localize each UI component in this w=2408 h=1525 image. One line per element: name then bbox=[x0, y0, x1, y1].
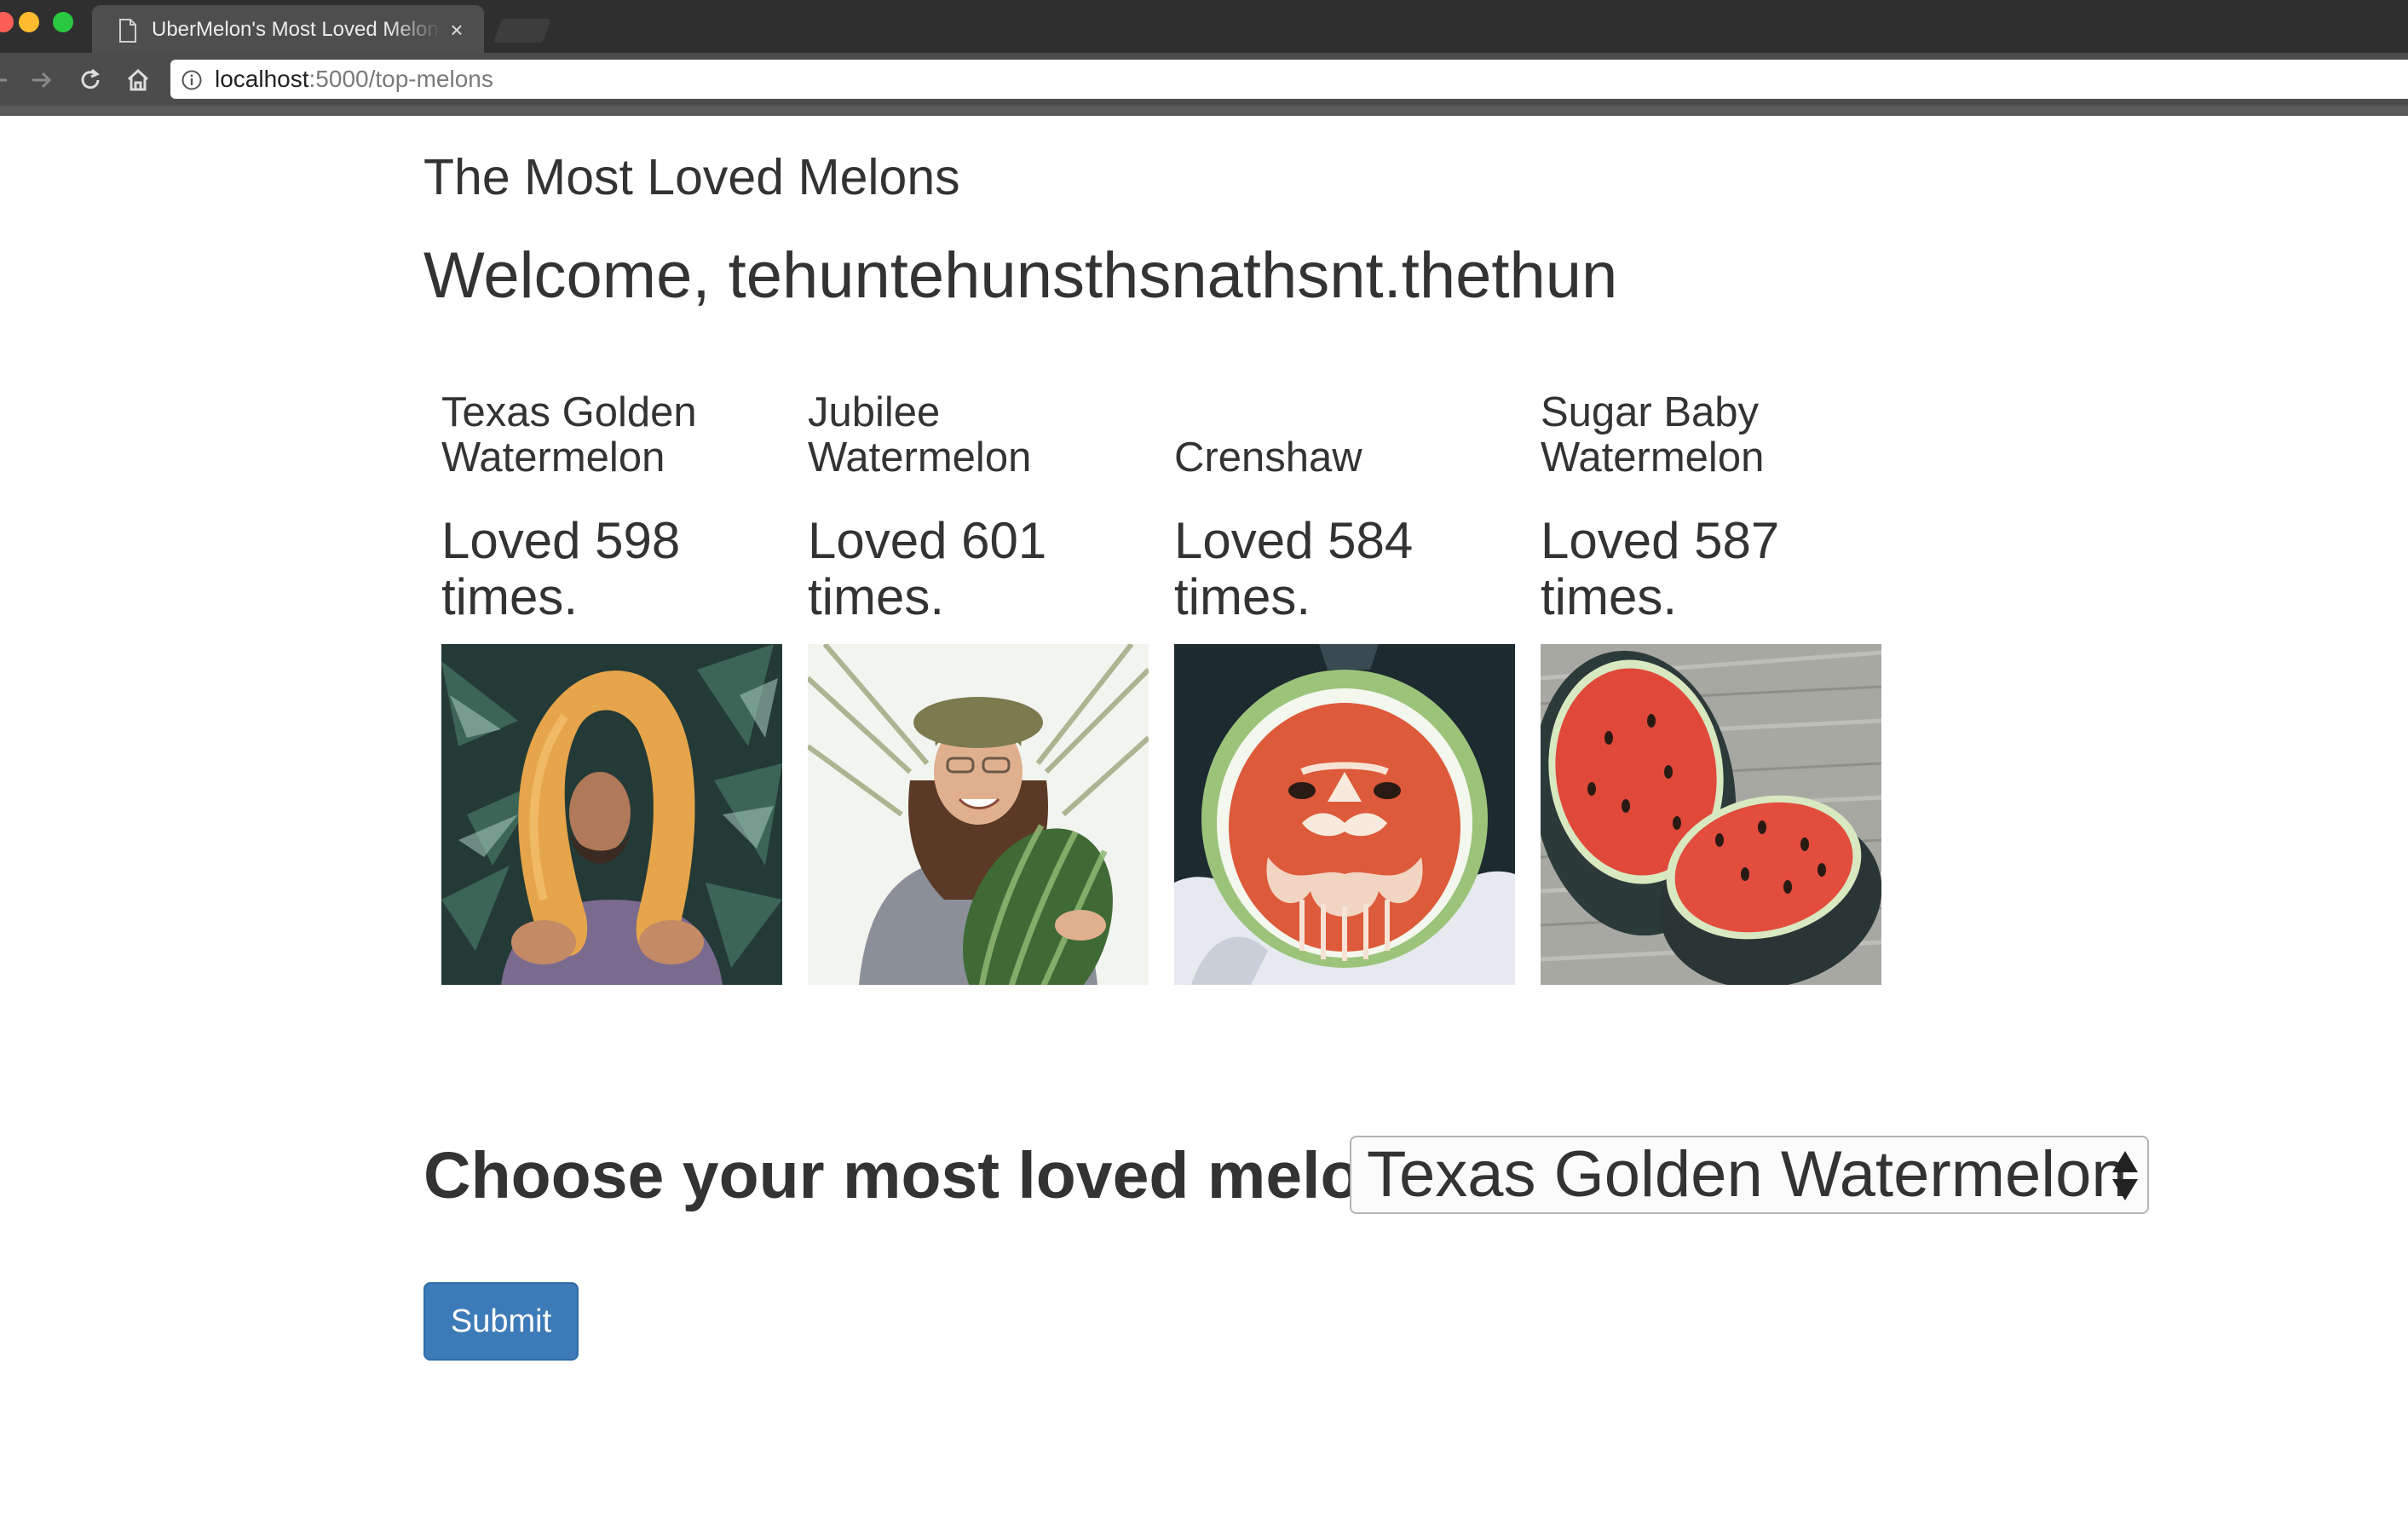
choose-melon-label: Choose your most loved melon bbox=[423, 1139, 1401, 1212]
melon-love-count: Loved 598 times. bbox=[441, 512, 681, 625]
welcome-heading: Welcome, tehuntehunsthsnathsnt.thethun bbox=[423, 239, 1618, 312]
up-down-arrows-icon bbox=[2112, 1151, 2138, 1200]
melon-card: Jubilee Watermelon Loved 601 times. bbox=[808, 388, 1149, 985]
crenshaw-photo bbox=[1174, 644, 1515, 985]
melon-card: Crenshaw Loved 584 times. bbox=[1174, 388, 1515, 985]
melon-love-count: Loved 601 times. bbox=[808, 512, 1047, 625]
melon-love-count: Loved 587 times. bbox=[1541, 512, 1780, 625]
close-window-button[interactable] bbox=[0, 12, 14, 32]
tab-close-icon[interactable]: × bbox=[445, 17, 469, 43]
url-text: localhost:5000/top-melons bbox=[215, 65, 493, 94]
info-icon[interactable] bbox=[181, 69, 203, 91]
minimize-window-button[interactable] bbox=[19, 12, 39, 32]
page-title: The Most Loved Melons bbox=[423, 149, 960, 205]
melon-select-dropdown[interactable]: Texas Golden Watermelon bbox=[1350, 1136, 2149, 1214]
tab-top-melons[interactable]: UberMelon's Most Loved Melons × bbox=[92, 5, 484, 53]
melon-card: Texas Golden Watermelon Loved 598 times. bbox=[441, 388, 782, 985]
back-arrow-icon[interactable] bbox=[0, 65, 14, 95]
zoom-window-button[interactable] bbox=[53, 12, 73, 32]
submit-button[interactable]: Submit bbox=[423, 1282, 579, 1361]
melon-name: Sugar Baby Watermelon bbox=[1541, 389, 1765, 481]
address-bar[interactable]: localhost:5000/top-melons bbox=[170, 60, 2408, 99]
melon-name: Jubilee Watermelon bbox=[808, 389, 1032, 481]
toolbar-divider bbox=[0, 106, 2408, 116]
melon-image bbox=[441, 644, 782, 985]
home-icon[interactable] bbox=[123, 65, 153, 95]
select-selected-value: Texas Golden Watermelon bbox=[1367, 1138, 2128, 1211]
url-host: localhost bbox=[215, 66, 309, 92]
melon-love-count: Loved 584 times. bbox=[1174, 512, 1414, 625]
forward-arrow-icon[interactable] bbox=[26, 65, 56, 95]
melon-name: Texas Golden Watermelon bbox=[441, 389, 697, 481]
melon-card: Sugar Baby Watermelon Loved 587 times. bbox=[1541, 388, 1881, 985]
browser-titlebar: UberMelon's Most Loved Melons × bbox=[0, 0, 2408, 53]
jubilee-photo bbox=[808, 644, 1149, 985]
sugar-baby-photo bbox=[1541, 644, 1881, 985]
reload-icon[interactable] bbox=[75, 65, 106, 95]
browser-toolbar: localhost:5000/top-melons bbox=[0, 53, 2408, 106]
melon-image bbox=[1541, 644, 1881, 985]
melon-name: Crenshaw bbox=[1174, 434, 1362, 481]
url-path: :5000/top-melons bbox=[308, 66, 493, 92]
document-icon bbox=[119, 19, 136, 43]
new-tab-button[interactable] bbox=[493, 19, 552, 43]
texas-golden-photo bbox=[441, 644, 782, 985]
melon-image bbox=[1174, 644, 1515, 985]
tab-title: UberMelon's Most Loved Melons bbox=[152, 18, 441, 41]
melon-image bbox=[808, 644, 1149, 985]
